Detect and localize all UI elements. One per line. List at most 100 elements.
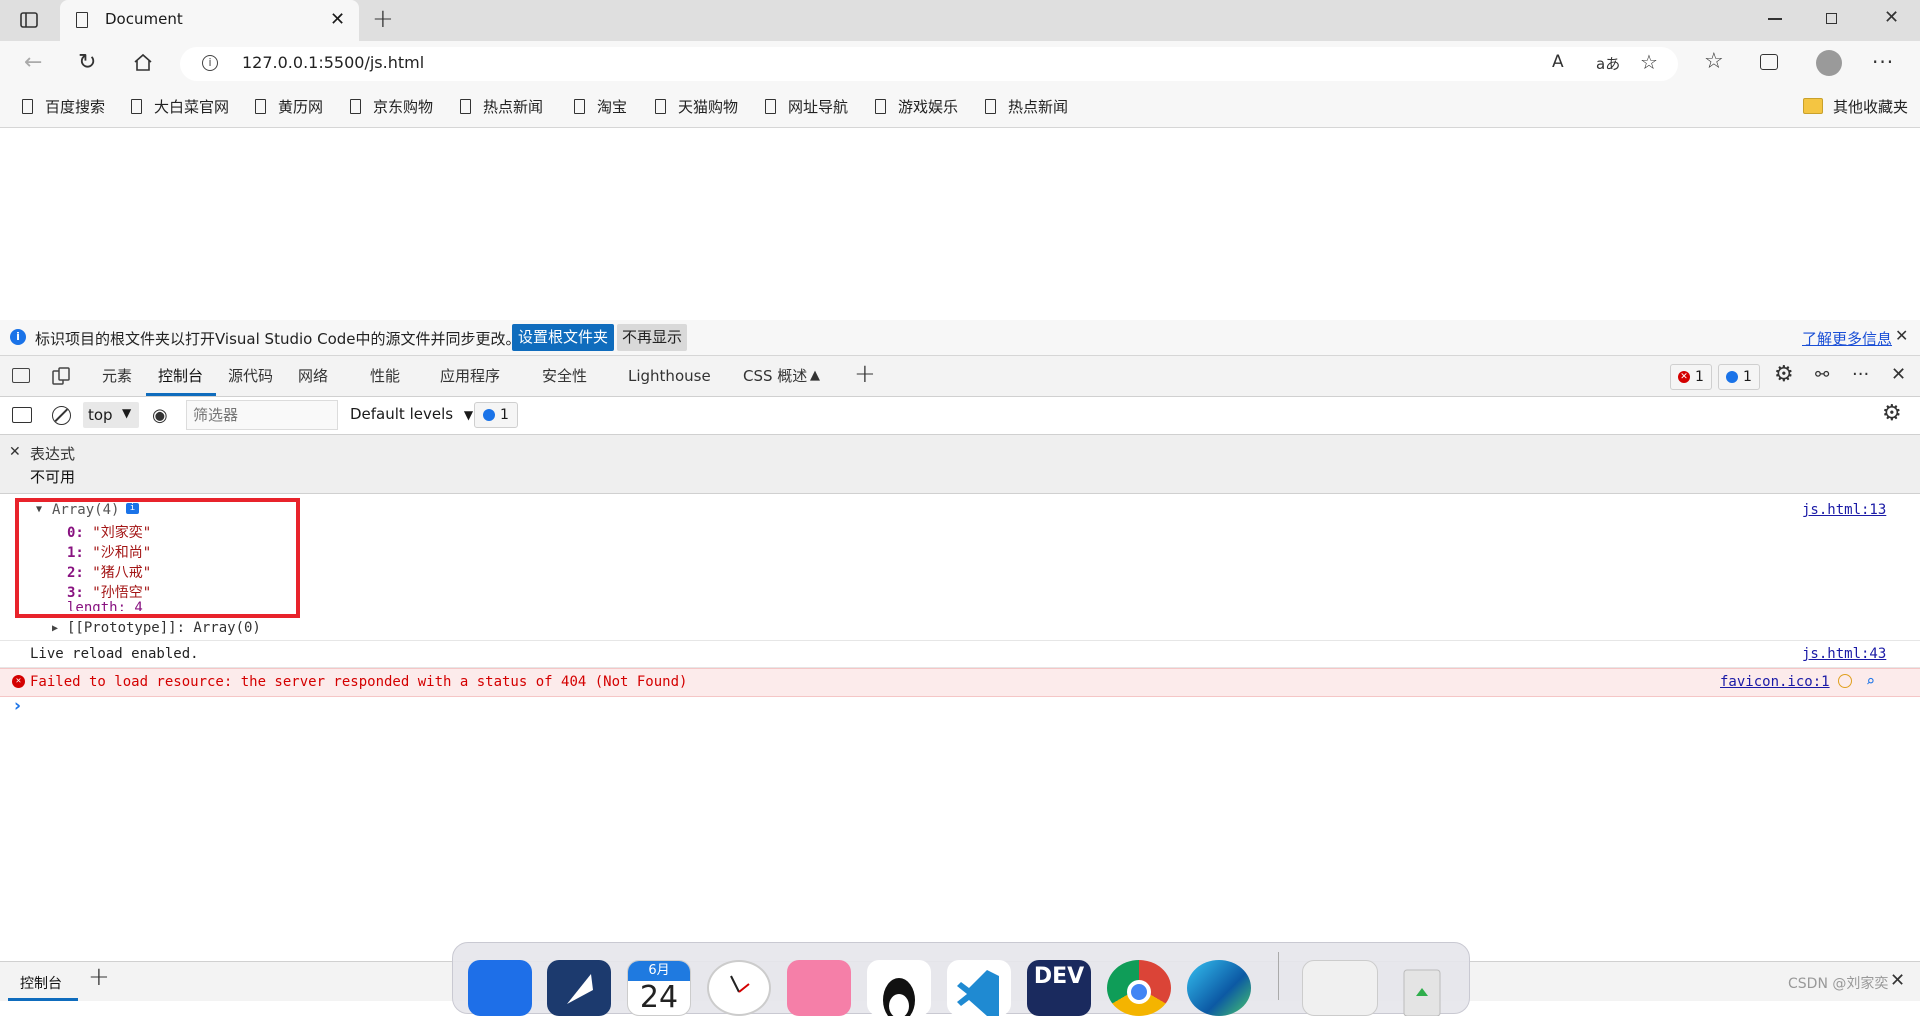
expand-triangle-icon[interactable]: ▶ [52,623,58,634]
dock-app-calendar-icon[interactable]: 6月 24 [627,960,691,1016]
bookmark-item[interactable]: 网址导航 [765,86,848,126]
back-icon[interactable]: ← [24,50,42,75]
clear-console-icon[interactable] [52,406,71,425]
refresh-icon[interactable]: ↻ [78,50,96,75]
bookmark-item[interactable]: 热点新闻 [460,86,543,126]
close-window-icon[interactable]: ✕ [1884,7,1899,28]
log-message: Live reload enabled. [30,646,199,662]
issues-badge[interactable]: 1 [474,402,518,428]
insights-icon[interactable] [1838,674,1852,688]
bookmark-item[interactable]: 游戏娱乐 [875,86,958,126]
console-settings-gear-icon[interactable]: ⚙ [1882,401,1902,426]
bookmark-item[interactable]: 黄历网 [255,86,323,126]
tab-lighthouse[interactable]: Lighthouse [628,356,711,396]
tab-css-overview[interactable]: CSS 概述 [743,356,807,396]
console-error-row: ✕ Failed to load resource: the server re… [0,668,1920,697]
tab-sources[interactable]: 源代码 [228,356,273,396]
url-text: 127.0.0.1:5500/js.html [242,53,425,72]
set-root-folder-button[interactable]: 设置根文件夹 [512,324,615,351]
tab-application[interactable]: 应用程序 [440,356,500,396]
bookmark-item[interactable]: 京东购物 [350,86,433,126]
source-link[interactable]: favicon.ico:1 [1720,674,1830,690]
learn-more-link[interactable]: 了解更多信息 [1802,328,1892,349]
bookmark-item[interactable]: 淘宝 [574,86,627,126]
add-favorite-icon[interactable]: ☆ [1640,50,1658,74]
message-icon [1726,371,1739,383]
bookmark-item[interactable]: 百度搜索 [22,86,105,126]
tab-console[interactable]: 控制台 [158,356,203,396]
translate-icon[interactable]: aあ [1596,53,1620,74]
search-icon[interactable]: ⌕ [1866,672,1875,690]
error-message: Failed to load resource: the server resp… [30,674,688,690]
close-drawer-icon[interactable]: ✕ [1890,970,1905,991]
close-tab-icon[interactable]: ✕ [330,9,345,30]
more-tabs-plus-icon[interactable]: + [854,359,876,389]
source-link[interactable]: js.html:13 [1802,502,1886,518]
site-info-icon[interactable]: i [202,55,218,71]
other-bookmarks-folder[interactable]: 其他收藏夹 [1803,86,1908,126]
console-prompt-chevron-icon[interactable]: › [14,696,21,716]
dock-recycle-bin-icon[interactable] [1390,960,1454,1016]
restore-icon[interactable] [1826,13,1837,24]
connect-device-icon[interactable]: ⚯ [1815,365,1829,385]
new-tab-icon[interactable]: + [372,4,394,34]
sidebar-toggle-icon[interactable] [12,407,32,423]
dock-app-rocket-icon[interactable] [547,960,611,1016]
remove-expression-icon[interactable]: ✕ [9,444,21,460]
dock-app-qq-icon[interactable] [867,960,931,1016]
collections-icon[interactable] [1760,54,1778,70]
error-count-badge[interactable]: ✕ 1 [1670,364,1712,390]
bookmark-item[interactable]: 天猫购物 [655,86,738,126]
tab-security[interactable]: 安全性 [542,356,587,396]
error-icon: ✕ [12,675,25,688]
dock-app-bilibili-icon[interactable] [787,960,851,1016]
info-count-badge[interactable]: 1 [1718,364,1760,390]
prototype-entry[interactable]: [[Prototype]]: Array(0) [67,620,261,636]
dock-app-blue-icon[interactable] [468,960,532,1016]
watermark: CSDN @刘家奕 [1788,976,1889,992]
page-icon [131,98,142,114]
source-link[interactable]: js.html:43 [1802,646,1886,662]
drawer-tab-console[interactable]: 控制台 [20,973,62,993]
address-bar[interactable]: i 127.0.0.1:5500/js.html A aあ ☆ [180,47,1678,81]
dock-app-chrome-icon[interactable] [1107,960,1171,1016]
profile-avatar[interactable] [1816,50,1842,76]
minimize-icon[interactable] [1768,18,1782,20]
console-log-live-reload: Live reload enabled. js.html:43 [0,641,1920,668]
browser-tab[interactable]: Document ✕ [60,0,359,41]
context-selector[interactable]: top ▼ [83,402,139,428]
page-icon [22,98,33,114]
device-emulation-icon[interactable] [52,367,70,385]
dock-app-devcpp-icon[interactable]: DEV [1027,960,1091,1016]
page-icon [76,12,88,28]
dock-app-thumbnail-icon[interactable] [1302,960,1378,1016]
settings-gear-icon[interactable]: ⚙ [1774,362,1794,387]
page-icon [875,98,886,114]
dock-app-clock-icon[interactable] [707,960,771,1016]
bookmark-item[interactable]: 大白菜官网 [131,86,229,126]
inspect-element-icon[interactable] [12,368,30,383]
tab-actions-icon[interactable] [20,11,38,29]
home-icon[interactable] [133,52,153,76]
folder-icon [1803,98,1823,114]
devtools-more-icon[interactable]: ··· [1852,364,1869,385]
read-aloud-icon[interactable]: A [1552,52,1564,72]
dock-app-vscode-icon[interactable] [947,960,1011,1016]
chevron-down-icon: ▼ [463,408,474,422]
dock-app-edge-icon[interactable] [1187,960,1251,1016]
dont-show-again-button[interactable]: 不再显示 [617,324,688,351]
tab-network[interactable]: 网络 [298,356,328,396]
close-devtools-icon[interactable]: ✕ [1891,364,1906,385]
expression-label[interactable]: 表达式 [30,443,75,464]
more-menu-icon[interactable]: ··· [1872,50,1894,74]
experiment-flask-icon: ▲ [810,368,820,383]
live-expression-eye-icon[interactable]: ◉ [152,405,168,426]
log-levels-dropdown[interactable]: Default levels ▼ [350,405,473,423]
tab-performance[interactable]: 性能 [370,356,400,396]
favorites-icon[interactable]: ☆ [1704,49,1724,74]
console-filter-input[interactable] [186,400,338,430]
drawer-add-tab-icon[interactable]: + [88,962,110,992]
bookmark-item[interactable]: 热点新闻 [985,86,1068,126]
close-infobar-icon[interactable]: ✕ [1895,326,1908,345]
tab-elements[interactable]: 元素 [102,356,132,396]
